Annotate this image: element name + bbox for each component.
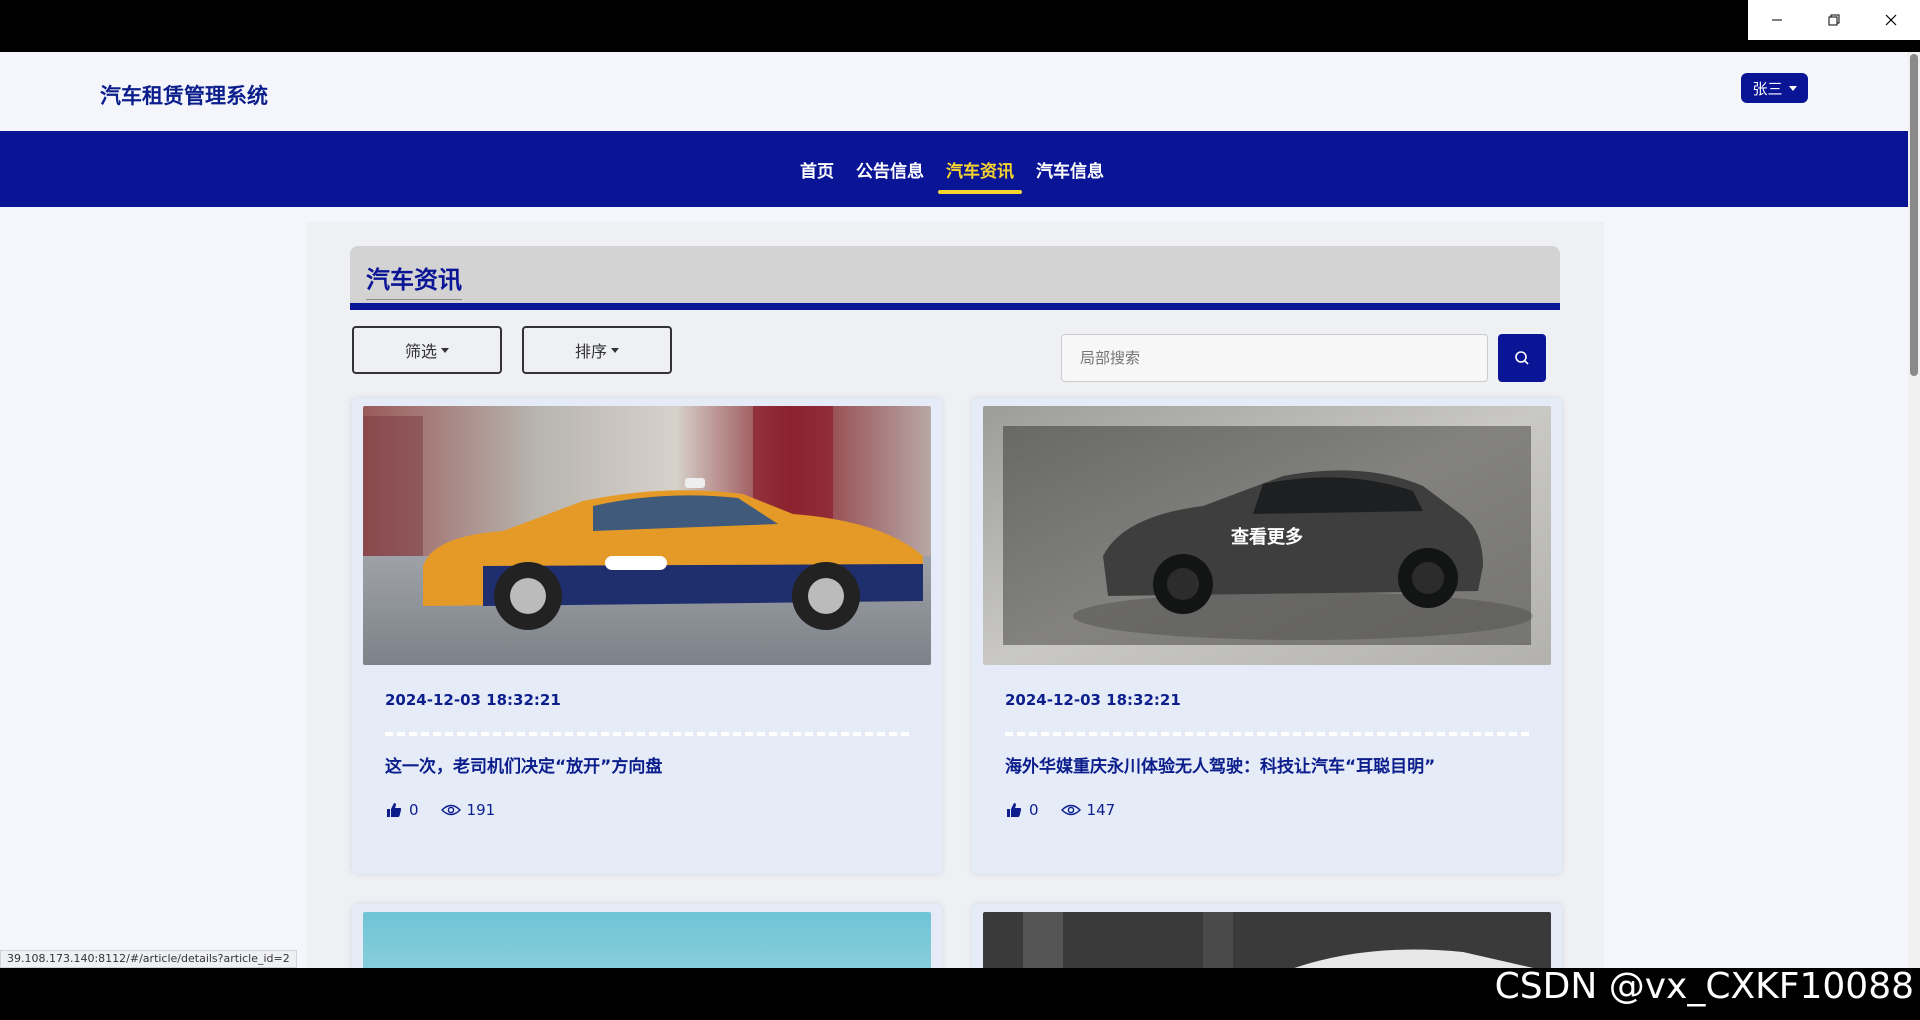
like-count: 0 (409, 801, 419, 819)
article-card[interactable] (972, 904, 1562, 968)
article-card[interactable]: 查看更多 2024-12-03 18:32:21 海外华媒重庆永川体验无人驾驶：… (972, 398, 1562, 874)
site-title: 汽车租赁管理系统 (100, 84, 268, 108)
restore-icon (1828, 14, 1839, 26)
section-header: 汽车资讯 (350, 246, 1560, 310)
article-image[interactable] (363, 912, 931, 968)
view-count: 147 (1086, 801, 1116, 819)
filter-dropdown-button[interactable]: 筛选 (352, 326, 502, 374)
article-stats: 0 191 (385, 801, 495, 819)
minimize-button[interactable] (1748, 0, 1805, 40)
page-scrollbar[interactable] (1908, 52, 1920, 968)
divider (1005, 732, 1529, 736)
nav-item-notices[interactable]: 公告信息 (856, 153, 924, 186)
view-more-label: 查看更多 (1231, 526, 1303, 548)
close-icon (1885, 14, 1896, 26)
sort-label: 排序 (574, 342, 607, 361)
section-title: 汽车资讯 (366, 260, 462, 300)
article-date: 2024-12-03 18:32:21 (1005, 691, 1181, 709)
main-nav: 首页 公告信息 汽车资讯 汽车信息 (0, 131, 1908, 207)
article-card[interactable]: 2024-12-03 18:32:21 这一次，老司机们决定“放开”方向盘 0 … (352, 398, 942, 874)
sort-dropdown-button[interactable]: 排序 (522, 326, 672, 374)
divider (385, 732, 909, 736)
article-stats: 0 147 (1005, 801, 1115, 819)
nav-items: 首页 公告信息 汽车资讯 汽车信息 (800, 131, 1104, 207)
caret-down-icon (441, 347, 449, 353)
article-date: 2024-12-03 18:32:21 (385, 691, 561, 709)
browser-viewport: 汽车租赁管理系统 张三 首页 公告信息 汽车资讯 汽车信息 汽车资讯 筛选 排序 (0, 52, 1920, 968)
watermark: CSDN @vx_CXKF10088 (1494, 966, 1914, 1007)
article-image[interactable] (363, 406, 931, 665)
sky-photo (363, 912, 931, 968)
close-button[interactable] (1862, 0, 1919, 40)
nav-item-home[interactable]: 首页 (800, 153, 834, 186)
article-image[interactable]: 查看更多 (983, 406, 1551, 665)
thumbs-up-icon[interactable] (385, 801, 403, 819)
caret-down-icon (1788, 85, 1797, 91)
status-bar-url: 39.108.173.140:8112/#/article/details?ar… (0, 950, 297, 968)
like-count: 0 (1029, 801, 1039, 819)
main-content: 汽车资讯 筛选 排序 局部搜索 2024-12-03 18:32:21 这一次，… (306, 222, 1604, 968)
article-card[interactable] (352, 904, 942, 968)
eye-icon (440, 804, 461, 816)
thumbs-up-icon[interactable] (1005, 801, 1023, 819)
window-top-bar (0, 0, 1920, 52)
user-name: 张三 (1752, 79, 1783, 98)
search-icon (1515, 351, 1529, 365)
nav-item-car-info[interactable]: 汽车信息 (1036, 153, 1104, 186)
window-controls (1748, 0, 1920, 40)
eye-icon (1060, 804, 1081, 816)
taxi-photo (363, 406, 931, 665)
minimize-icon (1771, 19, 1782, 21)
view-more-overlay[interactable]: 查看更多 (1003, 426, 1531, 645)
article-image[interactable] (983, 912, 1551, 968)
nav-item-car-news[interactable]: 汽车资讯 (938, 153, 1022, 194)
scrollbar-thumb[interactable] (1910, 54, 1918, 376)
user-menu-button[interactable]: 张三 (1741, 73, 1808, 103)
caret-down-icon (611, 347, 619, 353)
article-title[interactable]: 海外华媒重庆永川体验无人驾驶：科技让汽车“耳聪目明” (1005, 752, 1435, 777)
dark-car-photo (983, 912, 1551, 968)
site-header: 汽车租赁管理系统 张三 (0, 52, 1908, 131)
restore-button[interactable] (1805, 0, 1862, 40)
filter-label: 筛选 (404, 342, 437, 361)
article-title[interactable]: 这一次，老司机们决定“放开”方向盘 (385, 752, 662, 777)
view-count: 191 (466, 801, 496, 819)
search-input[interactable] (1061, 334, 1488, 382)
search-button[interactable] (1498, 334, 1546, 382)
